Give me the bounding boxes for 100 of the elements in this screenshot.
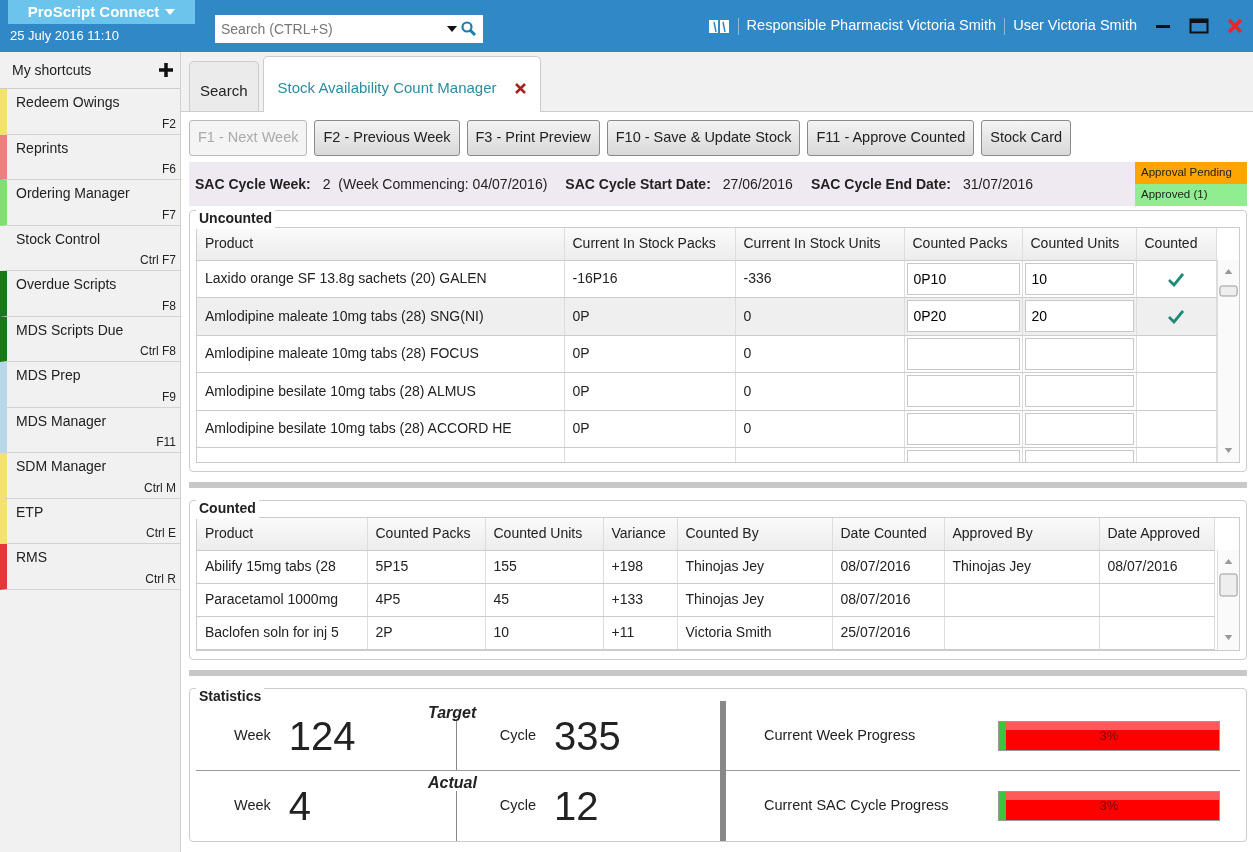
shortcut-label: Redeem Owings xyxy=(16,93,121,112)
column-header[interactable]: Product xyxy=(197,228,564,260)
caret-icon xyxy=(447,26,457,32)
shortcut-key: F9 xyxy=(162,387,176,406)
shortcut-label: MDS Manager xyxy=(16,411,108,431)
table-cell: Paracetamol 1000mg xyxy=(205,591,339,608)
column-header[interactable]: Date Counted xyxy=(832,518,944,550)
input-field[interactable]: 10 xyxy=(1024,262,1134,295)
shortcut-item[interactable]: ETP Ctrl E xyxy=(0,498,180,544)
column-header[interactable]: Counted xyxy=(1136,228,1216,260)
column-header[interactable]: Counted Packs xyxy=(367,518,485,550)
column-header[interactable]: Counted Units xyxy=(485,518,603,550)
shortcut-key: Ctrl F7 xyxy=(140,251,176,269)
input-field[interactable] xyxy=(906,375,1020,408)
shortcuts-title: My shortcuts xyxy=(12,60,92,80)
table-cell: Amlodipine besilate 10mg tabs (28) ACCORD HE xyxy=(197,410,564,448)
maximize-icon[interactable] xyxy=(1189,18,1209,34)
shortcut-key: Ctrl M xyxy=(144,478,176,497)
table-cell: 2P xyxy=(375,624,393,641)
table-cell: 0 xyxy=(735,297,904,335)
book-icon[interactable] xyxy=(707,18,730,34)
table-cell: 155 xyxy=(493,558,517,575)
shortcut-key: Ctrl R xyxy=(145,569,176,588)
table-cell: +133 xyxy=(611,591,644,608)
shortcut-item[interactable]: Overdue Scripts F8 xyxy=(0,271,180,317)
table-cell: 0P xyxy=(564,410,735,448)
table-cell: Thinojas Jey xyxy=(685,558,765,575)
toolbar-button[interactable]: F3 - Print Preview xyxy=(466,120,600,156)
input-field[interactable] xyxy=(1024,412,1134,445)
shortcut-item[interactable]: RMS Ctrl R xyxy=(0,544,180,590)
table-row[interactable]: Amlodipine besilate 10mg tabs (28) ALMUS 0P 0 xyxy=(197,372,1216,410)
scrollbar[interactable] xyxy=(1217,260,1239,462)
column-header[interactable]: Counted By xyxy=(677,518,832,550)
input-field[interactable] xyxy=(1024,337,1134,370)
info-value: 27/06/2016 xyxy=(722,174,793,194)
table-cell: +198 xyxy=(611,558,644,575)
table-row[interactable]: Laxido orange SF 13.8g sachets (20) GALEN -16P16 -336 0P10 10 xyxy=(197,260,1216,298)
search-icon[interactable] xyxy=(461,21,477,37)
tab-label: Search xyxy=(200,81,248,102)
stat-value: 335 xyxy=(554,715,622,756)
table-row[interactable]: Amlodipine maleate 10mg tabs (28) FOCUS 0P 0 xyxy=(197,335,1216,373)
shortcut-item[interactable]: Ordering Manager F7 xyxy=(0,180,180,226)
stat-heading: Actual xyxy=(428,773,477,793)
date-time: 25 July 2016 11:10 xyxy=(9,27,120,45)
shortcut-item[interactable]: MDS Manager F11 xyxy=(0,407,180,453)
input-field[interactable] xyxy=(1024,375,1134,408)
table-cell: Amlodipine besilate 10mg tabs (28) ALMUS xyxy=(197,372,564,410)
shortcut-key: F6 xyxy=(162,160,176,178)
plus-icon[interactable] xyxy=(158,62,174,78)
pharmacist-label: Responsible Pharmacist Victoria Smith xyxy=(746,16,997,36)
toolbar-button[interactable]: Stock Card xyxy=(981,120,1072,156)
shortcut-item[interactable]: SDM Manager Ctrl M xyxy=(0,453,180,499)
tab[interactable]: Stock Availability Count Manager xyxy=(262,56,541,112)
scrollbar[interactable] xyxy=(1217,550,1239,650)
user-label: User Victoria Smith xyxy=(1013,16,1137,36)
tab[interactable]: Search xyxy=(189,61,259,111)
table-cell: Thinojas Jey xyxy=(952,558,1032,575)
progress-reading: 3% xyxy=(1099,726,1119,745)
column-header[interactable]: Current In Stock Packs xyxy=(564,228,735,260)
table-cell: +11 xyxy=(611,624,635,641)
shortcut-label: MDS Scripts Due xyxy=(16,320,125,340)
table-cell: 5P15 xyxy=(375,558,409,575)
shortcut-label: SDM Manager xyxy=(16,457,108,476)
shortcut-label: Stock Control xyxy=(16,229,102,249)
shortcut-item[interactable]: MDS Scripts Due Ctrl F8 xyxy=(0,316,180,362)
column-header[interactable]: Current In Stock Units xyxy=(735,228,904,260)
column-header[interactable]: Counted Packs xyxy=(904,228,1022,260)
shortcut-key: F2 xyxy=(162,114,176,133)
shortcut-label: Reprints xyxy=(16,138,70,158)
table-cell: Laxido orange SF 13.8g sachets (20) GALEN xyxy=(197,260,564,298)
panel-title: Counted xyxy=(196,498,259,519)
table-cell: Victoria Smith xyxy=(685,624,772,641)
toolbar-button[interactable]: F2 - Previous Week xyxy=(314,120,460,156)
toolbar-button[interactable]: F10 - Save & Update Stock xyxy=(606,120,801,156)
column-header[interactable]: Variance xyxy=(603,518,677,550)
toolbar-button[interactable]: F11 - Approve Counted xyxy=(807,120,975,156)
shortcut-item[interactable]: Redeem Owings F2 xyxy=(0,89,180,135)
table-row[interactable]: Amlodipine besilate 10mg tabs (28) ACCORD HE 0P 0 xyxy=(197,410,1216,448)
shortcut-key: F11 xyxy=(156,433,176,451)
input-field[interactable]: 0P20 xyxy=(906,300,1020,333)
table-cell: 4P5 xyxy=(375,591,401,608)
table-cell: Amlodipine maleate 10mg tabs (28) SNG(NI) xyxy=(197,297,564,335)
input-field[interactable]: 0P10 xyxy=(906,262,1020,295)
shortcut-item[interactable]: MDS Prep F9 xyxy=(0,362,180,408)
close-icon[interactable] xyxy=(514,83,526,94)
table-row[interactable]: Amlodipine maleate 10mg tabs (28) SNG(NI) 0P 0 0P20 20 xyxy=(197,297,1216,335)
progress-label: Current SAC Cycle Progress xyxy=(764,796,949,816)
column-header[interactable]: Product xyxy=(197,518,367,550)
column-header[interactable]: Date Approved xyxy=(1099,518,1214,550)
shortcut-item[interactable]: Reprints F6 xyxy=(0,134,180,180)
legend-item: Approval Pending xyxy=(1135,162,1247,184)
info-value: 2 (Week Commencing: 04/07/2016) xyxy=(322,174,548,194)
table-cell: Baclofen soln for inj 5 xyxy=(205,624,339,641)
input-field[interactable] xyxy=(906,337,1020,370)
input-field[interactable]: 20 xyxy=(1024,300,1134,333)
input-field[interactable] xyxy=(906,412,1020,445)
search-field[interactable]: Search (CTRL+S) xyxy=(215,15,483,43)
stat-label: Cycle xyxy=(499,725,536,745)
column-header[interactable]: Approved By xyxy=(944,518,1099,550)
column-header[interactable]: Counted Units xyxy=(1022,228,1136,260)
